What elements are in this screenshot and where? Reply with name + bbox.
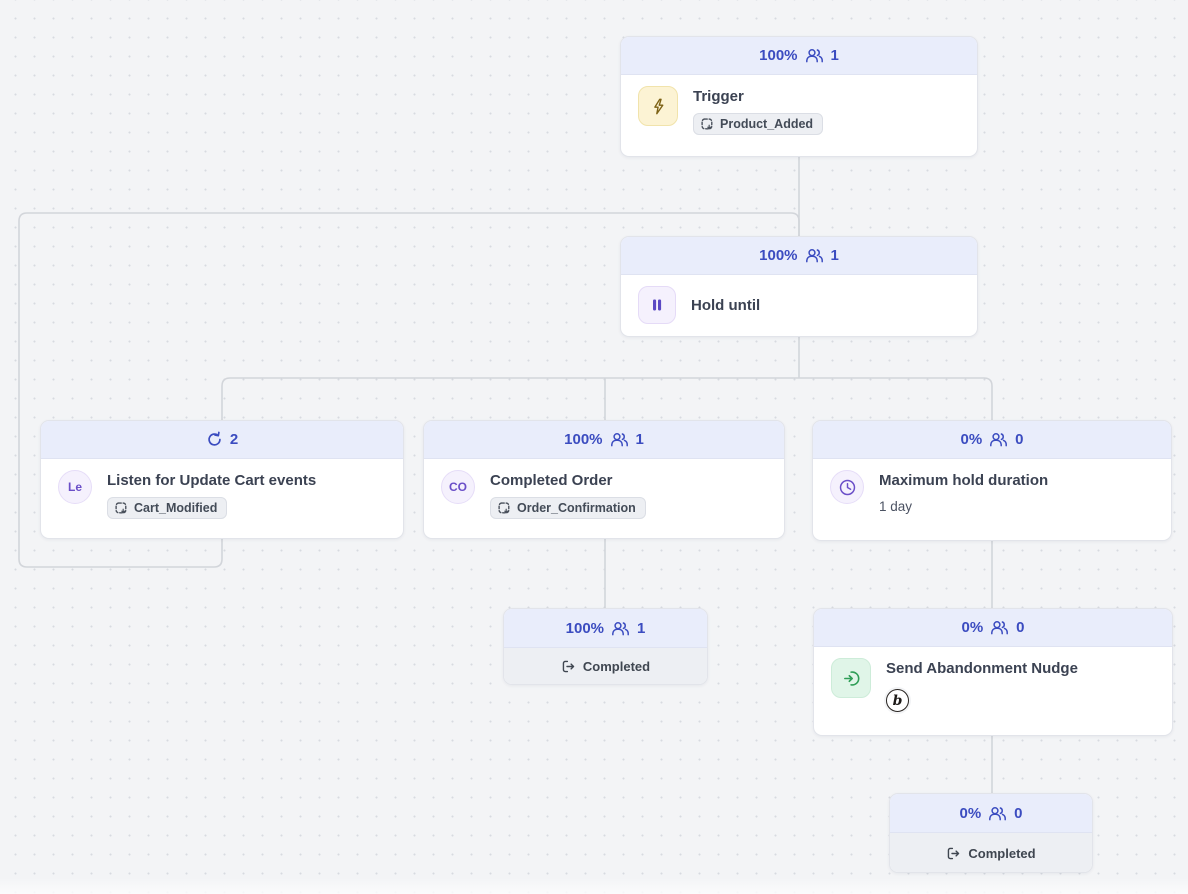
node-title: Trigger	[693, 87, 823, 106]
event-badge: Order_Confirmation	[490, 497, 646, 519]
stats-percentage: 100%	[759, 47, 797, 64]
stats-count: 1	[636, 431, 644, 448]
node-stats-bar: 0% 0	[813, 421, 1171, 459]
badge-label: Product_Added	[720, 117, 813, 131]
users-icon	[989, 432, 1008, 447]
node-exit-completed-bottom[interactable]: 0% 0 Completed	[889, 793, 1093, 873]
node-trigger[interactable]: 100% 1 Trigger Product_Added	[620, 36, 978, 157]
exit-label: Completed	[583, 659, 650, 674]
node-stats-bar: 100% 1	[621, 37, 977, 75]
avatar-initials: Le	[58, 470, 92, 504]
node-stats-bar: 2	[41, 421, 403, 459]
exit-icon	[561, 659, 576, 674]
pause-icon	[638, 286, 676, 324]
users-icon	[805, 248, 824, 263]
node-title: Send Abandonment Nudge	[886, 659, 1078, 678]
exit-icon	[946, 846, 961, 861]
users-icon	[988, 806, 1007, 821]
node-stats-bar: 100% 1	[504, 609, 707, 648]
avatar-text: Le	[68, 480, 82, 494]
loop-icon	[206, 431, 223, 448]
stats-percentage: 100%	[759, 247, 797, 264]
node-stats-bar: 0% 0	[890, 794, 1092, 833]
users-icon	[805, 48, 824, 63]
avatar-text: CO	[449, 480, 467, 494]
users-icon	[990, 620, 1009, 635]
node-title: Maximum hold duration	[879, 471, 1048, 490]
canvas-bottom-fade	[0, 878, 1188, 894]
node-title: Completed Order	[490, 471, 646, 490]
users-icon	[610, 432, 629, 447]
node-listen-cart-events[interactable]: 2 Le Listen for Update Cart events Cart_…	[40, 420, 404, 539]
lightning-icon	[638, 86, 678, 126]
stats-percentage: 0%	[960, 431, 982, 448]
event-badge: Product_Added	[693, 113, 823, 135]
clock-icon	[830, 470, 864, 504]
badge-label: Order_Confirmation	[517, 501, 636, 515]
stats-percentage: 0%	[961, 619, 983, 636]
stats-count: 0	[1016, 619, 1024, 636]
dashed-frame-icon	[498, 502, 511, 515]
stats-count: 1	[637, 620, 645, 637]
node-stats-bar: 100% 1	[621, 237, 977, 275]
dashed-frame-icon	[701, 118, 714, 131]
node-stats-bar: 0% 0	[814, 609, 1172, 647]
node-stats-bar: 100% 1	[424, 421, 784, 459]
node-exit-completed-mid[interactable]: 100% 1 Completed	[503, 608, 708, 685]
node-completed-order[interactable]: 100% 1 CO Completed Order Order_Confirma…	[423, 420, 785, 539]
exit-label: Completed	[968, 846, 1035, 861]
flow-canvas[interactable]: 100% 1 Trigger Product_Added 100% 1	[0, 0, 1188, 894]
avatar-initials: CO	[441, 470, 475, 504]
users-icon	[611, 621, 630, 636]
enter-arrow-icon	[831, 658, 871, 698]
stats-count: 1	[831, 247, 839, 264]
stats-percentage: 100%	[564, 431, 602, 448]
node-title: Listen for Update Cart events	[107, 471, 316, 490]
channel-letter: b	[893, 694, 903, 708]
stats-count: 0	[1015, 431, 1023, 448]
stats-percentage: 0%	[959, 805, 981, 822]
event-badge: Cart_Modified	[107, 497, 227, 519]
stats-percentage: 100%	[566, 620, 604, 637]
dashed-frame-icon	[115, 502, 128, 515]
channel-braze-icon: b	[886, 689, 909, 712]
node-max-hold-duration[interactable]: 0% 0 Maximum hold duration 1 day	[812, 420, 1172, 541]
node-title: Hold until	[691, 296, 760, 315]
stats-count: 0	[1014, 805, 1022, 822]
badge-label: Cart_Modified	[134, 501, 217, 515]
loop-count: 2	[230, 431, 238, 448]
connector-branch-rail	[222, 378, 992, 420]
node-hold-until[interactable]: 100% 1 Hold until	[620, 236, 978, 337]
duration-value: 1 day	[879, 499, 1048, 514]
node-send-abandonment-nudge[interactable]: 0% 0 Send Abandonment Nudge b	[813, 608, 1173, 736]
stats-count: 1	[831, 47, 839, 64]
